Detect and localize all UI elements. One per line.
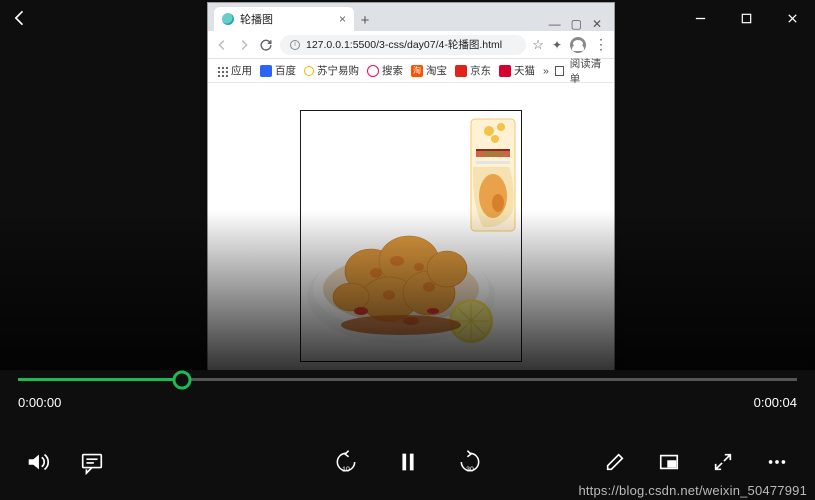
subtitles-icon — [83, 455, 102, 468]
controls-right — [601, 448, 791, 476]
progress-fill — [18, 378, 182, 381]
chrome-viewport: 去骨鸡爪 — [208, 83, 614, 371]
bookmark-tmall[interactable]: 天猫 — [499, 63, 535, 78]
tmall-icon — [499, 65, 511, 77]
play-pause-button[interactable] — [394, 448, 422, 476]
time-current: 0:00:00 — [18, 395, 61, 410]
speaker-icon — [29, 455, 39, 470]
apps-shortcut[interactable]: 应用 — [216, 63, 252, 78]
browser-tab[interactable]: 轮播图 × — [214, 7, 354, 31]
apps-icon — [216, 65, 228, 77]
bookmarks-more-button[interactable]: » — [543, 65, 549, 77]
chevron-left-icon — [219, 40, 223, 49]
chrome-tabstrip: 轮播图 × + — ▢ ✕ — [208, 3, 614, 31]
maximize-button[interactable] — [723, 2, 769, 34]
reload-icon — [261, 40, 271, 50]
tab-title: 轮播图 — [240, 11, 333, 27]
bookmark-label: 京东 — [470, 63, 491, 78]
time-total: 0:00:04 — [754, 395, 797, 410]
bookmark-label: 应用 — [231, 63, 252, 78]
bookmark-jd[interactable]: 京东 — [455, 63, 491, 78]
close-button[interactable] — [769, 2, 815, 34]
chrome-menu-button[interactable]: ⋮ — [594, 36, 608, 53]
tab-close-button[interactable]: × — [339, 12, 346, 26]
video-player-window: 轮播图 × + — ▢ ✕ i 127.0.0.1:5500/3-css/d — [0, 0, 815, 500]
suning-icon — [304, 66, 314, 76]
chrome-minimize-button[interactable]: — — [549, 17, 561, 31]
bookmarks-overflow: » 阅读清单 — [543, 56, 606, 86]
pencil-icon — [608, 455, 623, 470]
chrome-close-button[interactable]: ✕ — [592, 17, 602, 31]
product-image: 去骨鸡爪 — [301, 111, 521, 361]
carousel-image-frame: 去骨鸡爪 — [300, 110, 522, 362]
minimize-button[interactable] — [677, 2, 723, 34]
more-button[interactable] — [763, 448, 791, 476]
nav-forward-button[interactable] — [236, 37, 252, 53]
svg-text:30: 30 — [466, 467, 474, 474]
tab-favicon-icon — [222, 13, 234, 25]
maximize-icon — [742, 14, 750, 22]
close-icon — [788, 14, 795, 21]
reading-list-icon — [555, 66, 564, 76]
time-labels: 0:00:00 0:00:04 — [18, 395, 797, 410]
outer-system-buttons — [677, 2, 815, 34]
jd-icon — [455, 65, 467, 77]
bookmark-taobao[interactable]: 淘淘宝 — [411, 63, 447, 78]
back-button[interactable] — [0, 8, 40, 28]
bookmark-search[interactable]: 搜索 — [367, 63, 403, 78]
bookmarks-bar: 应用 百度 苏宁易购 搜索 淘淘宝 京东 天猫 » 阅读清单 — [208, 59, 614, 83]
site-info-icon[interactable]: i — [290, 40, 300, 50]
nav-back-button[interactable] — [214, 37, 230, 53]
bookmark-label: 百度 — [275, 63, 296, 78]
bookmark-label: 天猫 — [514, 63, 535, 78]
chrome-browser-window: 轮播图 × + — ▢ ✕ i 127.0.0.1:5500/3-css/d — [207, 2, 615, 372]
controls-left — [24, 448, 106, 476]
rewind-10-button[interactable]: 10 — [332, 448, 360, 476]
bookmark-label: 搜索 — [382, 63, 403, 78]
toolbar-right-icons: ☆ ✦ ⋮ — [532, 36, 608, 53]
watermark-text: https://blog.csdn.net/weixin_50477991 — [578, 483, 807, 498]
subtitles-button[interactable] — [78, 448, 106, 476]
progress-thumb[interactable] — [172, 370, 191, 389]
url-text: 127.0.0.1:5500/3-css/day07/4-轮播图.html — [306, 37, 502, 52]
profile-avatar-button[interactable] — [570, 37, 586, 53]
bookmark-suning[interactable]: 苏宁易购 — [304, 63, 359, 78]
edit-button[interactable] — [601, 448, 629, 476]
more-icon — [769, 460, 773, 464]
controls-center: 10 30 — [332, 448, 484, 476]
forward-30-button[interactable]: 30 — [456, 448, 484, 476]
bookmark-label: 苏宁易购 — [317, 63, 359, 78]
reading-list-button[interactable]: 阅读清单 — [570, 56, 606, 86]
pause-icon — [402, 454, 406, 471]
progress-section: 0:00:00 0:00:04 — [18, 378, 797, 410]
bookmark-label: 淘宝 — [426, 63, 447, 78]
player-controls: 10 30 — [0, 434, 815, 490]
chrome-maximize-button[interactable]: ▢ — [571, 17, 582, 31]
fullscreen-icon — [716, 463, 722, 469]
progress-track[interactable] — [18, 378, 797, 381]
fullscreen-button[interactable] — [709, 448, 737, 476]
chevron-right-icon — [242, 40, 246, 49]
reload-button[interactable] — [258, 37, 274, 53]
volume-button[interactable] — [24, 448, 52, 476]
address-bar[interactable]: i 127.0.0.1:5500/3-css/day07/4-轮播图.html — [280, 35, 526, 55]
mini-player-button[interactable] — [655, 448, 683, 476]
bookmark-baidu[interactable]: 百度 — [260, 63, 296, 78]
bookmark-star-button[interactable]: ☆ — [532, 37, 544, 53]
svg-text:去骨鸡爪: 去骨鸡爪 — [483, 151, 503, 158]
arrow-left-icon — [16, 11, 23, 24]
new-tab-button[interactable]: + — [354, 9, 376, 31]
taobao-icon: 淘 — [411, 65, 423, 77]
svg-text:10: 10 — [342, 467, 350, 474]
chrome-sys-buttons: — ▢ ✕ — [549, 17, 608, 31]
search-icon — [367, 65, 379, 77]
baidu-icon — [260, 65, 272, 77]
extensions-button[interactable]: ✦ — [552, 38, 562, 52]
